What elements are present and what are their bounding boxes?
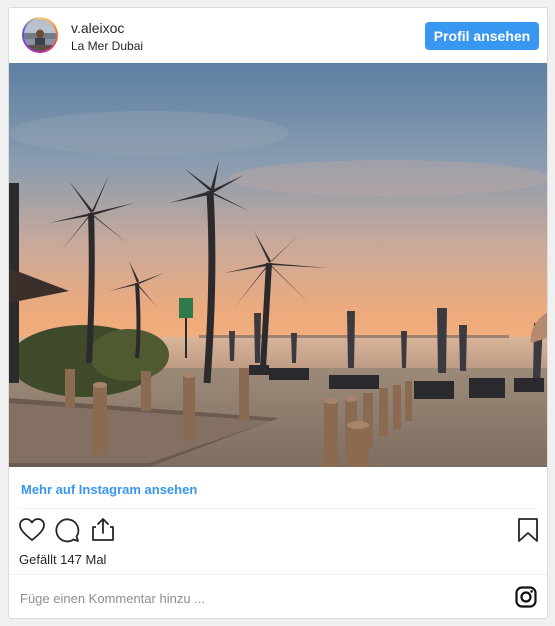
comment-bubble-icon[interactable] bbox=[54, 517, 80, 543]
instagram-embed-card: v.aleixoc La Mer Dubai Profil ansehen Me… bbox=[8, 7, 548, 619]
view-profile-button[interactable]: Profil ansehen bbox=[425, 22, 539, 50]
bookmark-icon[interactable] bbox=[515, 517, 541, 543]
divider bbox=[19, 508, 537, 509]
avatar-image bbox=[24, 19, 56, 51]
username[interactable]: v.aleixoc bbox=[71, 20, 124, 36]
share-icon[interactable] bbox=[90, 516, 116, 542]
avatar[interactable] bbox=[22, 17, 58, 53]
post-photo[interactable] bbox=[9, 63, 547, 467]
likes-count[interactable]: Gefällt 147 Mal bbox=[19, 552, 106, 567]
post-header: v.aleixoc La Mer Dubai Profil ansehen bbox=[9, 8, 547, 63]
instagram-icon[interactable] bbox=[515, 586, 537, 608]
divider bbox=[9, 574, 547, 575]
view-more-on-instagram-link[interactable]: Mehr auf Instagram ansehen bbox=[21, 482, 197, 497]
comment-input[interactable] bbox=[20, 589, 500, 607]
location[interactable]: La Mer Dubai bbox=[71, 39, 143, 53]
heart-icon[interactable] bbox=[19, 517, 45, 543]
